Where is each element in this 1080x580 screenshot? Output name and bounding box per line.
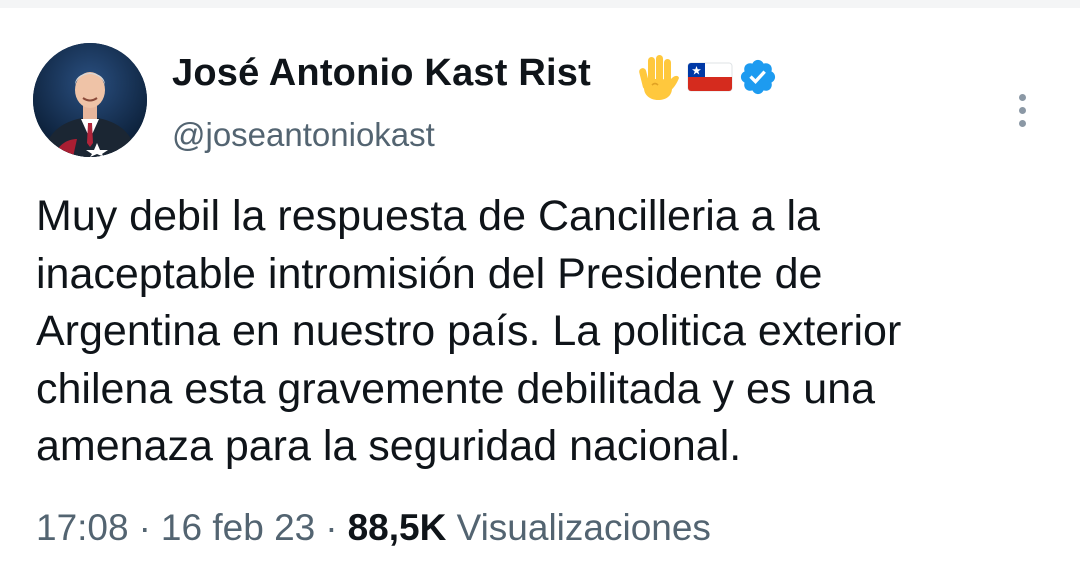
tweet-date[interactable]: 16 feb 23 — [161, 507, 315, 548]
tweet-metadata: 17:08 · 16 feb 23 · 88,5K Visualizaciones — [36, 507, 711, 549]
author-name[interactable]: José Antonio Kast Rist — [172, 52, 591, 95]
top-divider-strip — [0, 0, 1080, 8]
author-handle[interactable]: @joseantoniokast — [172, 116, 435, 154]
views-label[interactable]: Visualizaciones — [457, 507, 711, 548]
verified-badge-icon — [740, 59, 776, 95]
tweet-time[interactable]: 17:08 — [36, 507, 129, 548]
author-badges — [632, 52, 778, 102]
avatar[interactable] — [33, 43, 147, 157]
meta-separator: · — [325, 507, 338, 548]
raised-hand-emoji-icon — [639, 55, 679, 100]
tweet-card: José Antonio Kast Rist @joseantoniokast … — [0, 8, 1080, 580]
meta-separator: · — [138, 507, 151, 548]
more-options-icon — [1018, 93, 1026, 101]
tweet-text: Muy debil la respuesta de Cancilleria a … — [36, 192, 902, 470]
views-count[interactable]: 88,5K — [348, 507, 447, 548]
more-options-button[interactable] — [1004, 82, 1040, 138]
avatar-image — [33, 43, 147, 157]
chile-flag-emoji-icon — [687, 62, 733, 92]
